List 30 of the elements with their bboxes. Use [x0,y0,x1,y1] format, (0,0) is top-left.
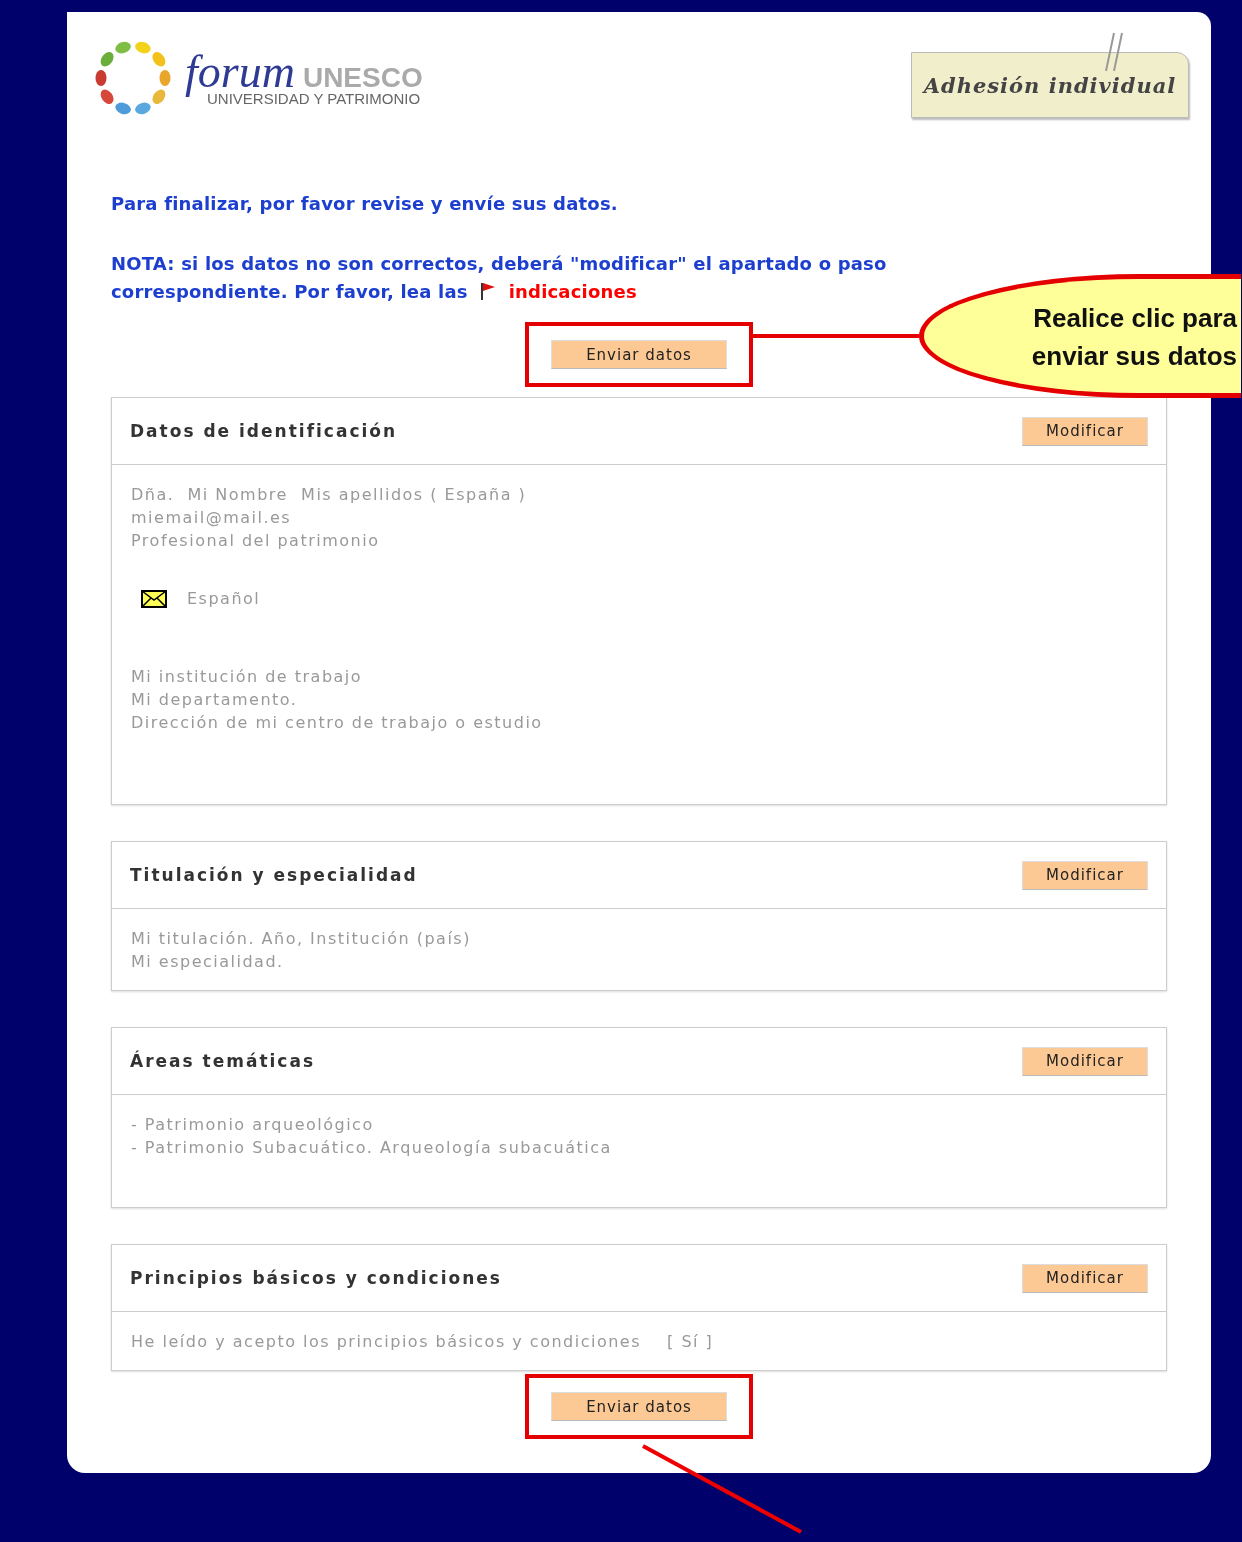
modify-button[interactable]: Modificar [1022,860,1148,890]
data-line: Profesional del patrimonio [131,530,381,552]
section-title: Titulación y especialidad [130,865,418,885]
answer-value: [ Sí ] [667,1331,714,1353]
section-title: Principios básicos y condiciones [130,1268,502,1288]
data-line: He leído y acepto los principios básicos y condiciones [131,1331,642,1353]
language-text: Español [187,588,261,610]
page-tag-text: Adhesión individual [923,72,1177,98]
instructions-link[interactable]: indicaciones [508,281,637,302]
logo-brand: UNESCO [302,61,423,94]
send-button[interactable]: Enviar datos [551,1392,727,1421]
data-line: Dirección de mi centro de trabajo o estudio [131,712,544,734]
data-line: Mi departamento. [131,689,299,711]
data-line: Mi titulación. Año, Institución (país) [131,928,472,950]
callout-bubble: Realice clic para enviar sus datos [919,274,1241,398]
data-line: Mi institución de trabajo [131,666,364,688]
section-title: Áreas temáticas [130,1051,316,1071]
data-line: Mi especialidad. [131,951,285,973]
data-line: - Patrimonio arqueológico [131,1114,375,1136]
section-title: Datos de identificación [130,421,398,441]
modify-button[interactable]: Modificar [1022,1046,1148,1076]
send-button[interactable]: Enviar datos [551,340,727,369]
modify-button[interactable]: Modificar [1022,416,1148,446]
data-line: Dña. Mi Nombre Mis apellidos ( España ) [131,484,528,506]
flag-icon [480,282,497,300]
data-line: - Patrimonio Subacuático. Arqueología subacuática [131,1137,613,1159]
envelope-icon [141,589,167,608]
modify-button[interactable]: Modificar [1022,1263,1148,1293]
intro-text: Para finalizar, por favor revise y envíe sus datos. [111,192,619,216]
data-line: miemail@mail.es [131,507,293,529]
